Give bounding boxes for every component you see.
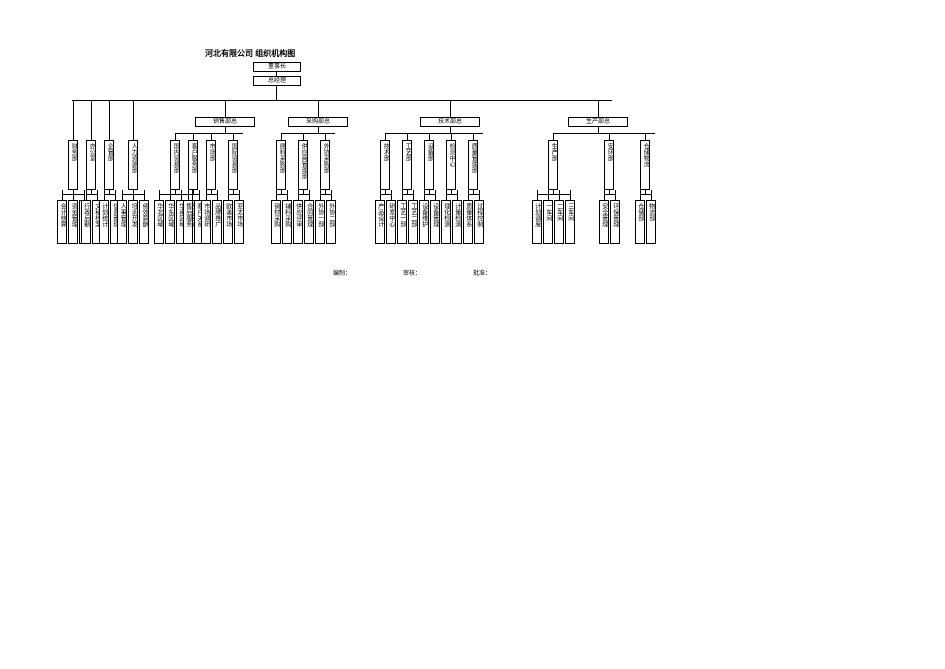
box-gm: 总经理	[253, 76, 301, 86]
sub-box-42: 仓储部	[635, 200, 645, 244]
dept-box-11: 技术部	[380, 140, 390, 190]
dept-box-2: 企管部	[104, 140, 114, 190]
sub-box-11: 华东区域	[165, 200, 175, 244]
sub-box-29: 工艺二部	[408, 200, 418, 244]
chart-title: 河北有限公司 组织机构图	[205, 48, 295, 59]
sub-box-27: 研发中心	[386, 200, 396, 244]
sub-box-1: 资金管理	[68, 200, 78, 244]
sub-box-17: 品牌推广	[212, 200, 222, 244]
dept-box-6: 市场部	[206, 140, 216, 190]
sub-box-19: 亚太市场	[234, 200, 244, 244]
sub-box-39: 三车间	[565, 200, 575, 244]
box-vp-purchase: 采购部总	[288, 117, 348, 127]
dept-box-9: 供应商管理部	[298, 140, 308, 190]
dept-box-3: 人力资源部	[128, 140, 138, 190]
dept-box-4: 国内贸易部	[170, 140, 180, 190]
sub-box-43: 物流部	[646, 200, 656, 244]
dept-box-12: 工艺部	[402, 140, 412, 190]
sub-box-41: 环保管理	[610, 200, 620, 244]
sub-box-18: 欧美市场	[223, 200, 233, 244]
dept-box-17: 安环部	[604, 140, 614, 190]
sub-box-14: 售后服务	[183, 200, 193, 244]
dept-box-18: 仓储物流	[640, 140, 650, 190]
dept-box-13: 设备部	[424, 140, 434, 190]
sub-box-10: 华北区域	[154, 200, 164, 244]
dept-box-0: 财务部	[68, 140, 78, 190]
sub-box-8: 培训开发	[128, 200, 138, 244]
sub-box-16: 市场调研	[201, 200, 211, 244]
dept-box-1: 办公室	[86, 140, 96, 190]
dept-box-7: 国际贸易部	[228, 140, 238, 190]
dept-box-8: 原料采购部	[276, 140, 286, 190]
sub-box-22: 供应评审	[293, 200, 303, 244]
sub-box-9: 绩效薪酬	[139, 200, 149, 244]
box-chairman: 董事长	[253, 62, 301, 72]
sub-box-36: 计划调度	[532, 200, 542, 244]
sub-box-23: 合同管理	[304, 200, 314, 244]
sub-box-21: 辅料采购	[282, 200, 292, 244]
sub-box-5: 计划统计	[99, 200, 109, 244]
box-vp-tech: 技术部总	[420, 117, 480, 127]
sub-box-28: 工艺一部	[397, 200, 407, 244]
sub-box-24: 外协一部	[315, 200, 325, 244]
sub-box-30: 设备维护	[419, 200, 429, 244]
footer-review: 审核：	[403, 268, 421, 277]
sub-box-31: 设备管理	[430, 200, 440, 244]
sub-box-33: 计量检测	[452, 200, 462, 244]
dept-box-10: 外协采购部	[320, 140, 330, 190]
sub-box-0: 会计核算	[57, 200, 67, 244]
sub-box-37: 一车间	[543, 200, 553, 244]
sub-box-25: 外协二部	[326, 200, 336, 244]
sub-box-26: 产品设计	[375, 200, 385, 244]
box-vp-prod: 生产部总	[568, 117, 628, 127]
sub-box-40: 安全管理	[599, 200, 609, 244]
dept-box-14: 检测中心	[446, 140, 456, 190]
dept-box-15: 质量管理部	[468, 140, 478, 190]
sub-box-32: 理化检测	[441, 200, 451, 244]
box-vp-sales: 销售部总	[195, 117, 255, 127]
dept-box-5: 客户服务部	[188, 140, 198, 190]
sub-box-20: 钢材采购	[271, 200, 281, 244]
sub-box-7: 人事管理	[117, 200, 127, 244]
sub-box-34: 质量体系	[463, 200, 473, 244]
sub-box-3: 行政后勤	[81, 200, 91, 244]
dept-box-16: 生产部	[548, 140, 558, 190]
sub-box-35: 过程控制	[474, 200, 484, 244]
footer-approve: 批准：	[473, 268, 491, 277]
sub-box-38: 二车间	[554, 200, 564, 244]
footer-compile: 编制：	[333, 268, 351, 277]
